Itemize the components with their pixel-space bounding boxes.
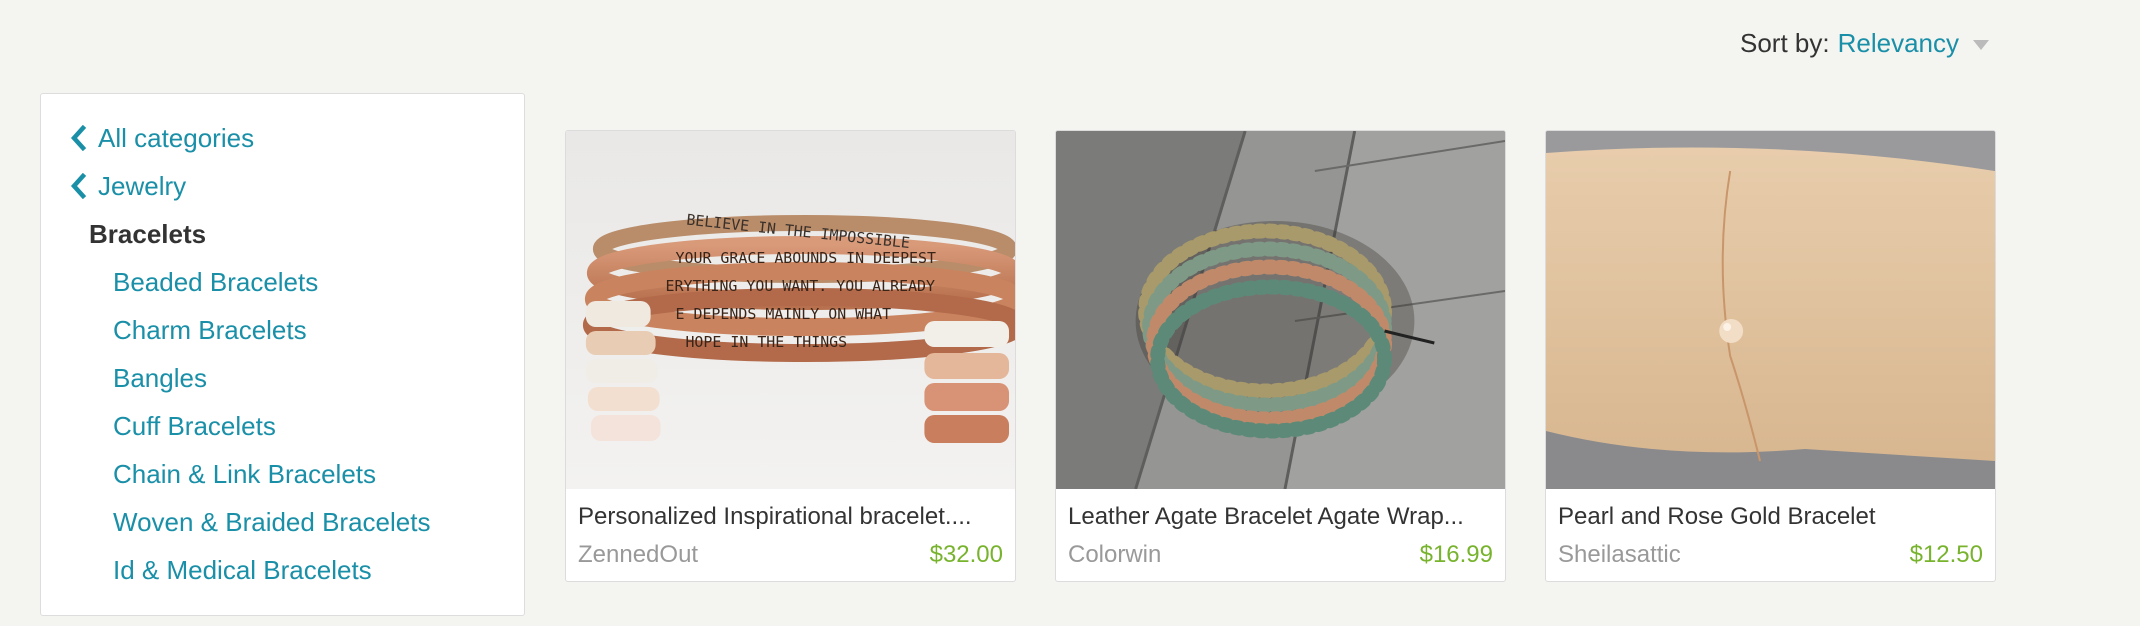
- subcategory-cuff-bracelets[interactable]: Cuff Bracelets: [41, 402, 524, 450]
- listing-image[interactable]: BELIEVE IN THE IMPOSSIBLE YOUR GRACE ABO…: [566, 131, 1015, 489]
- listing-title[interactable]: Personalized Inspirational bracelet....: [578, 501, 1003, 533]
- subcategory-bangles[interactable]: Bangles: [41, 354, 524, 402]
- listing-image[interactable]: [1056, 131, 1505, 489]
- subcategory-beaded-bracelets[interactable]: Beaded Bracelets: [41, 258, 524, 306]
- listing-card[interactable]: BELIEVE IN THE IMPOSSIBLE YOUR GRACE ABO…: [565, 130, 1016, 582]
- listing-card[interactable]: Pearl and Rose Gold Bracelet Sheilasatti…: [1545, 130, 1996, 582]
- dropdown-caret-icon[interactable]: [1973, 40, 1989, 50]
- subcategory-woven-braided-bracelets[interactable]: Woven & Braided Bracelets: [41, 498, 524, 546]
- category-sidebar: All categories Jewelry Bracelets Beaded …: [40, 93, 525, 616]
- svg-text:ERYTHING YOU WANT. YOU ALREADY: ERYTHING YOU WANT. YOU ALREADY: [666, 277, 935, 295]
- sort-label: Sort by:: [1740, 28, 1830, 58]
- jewelry-link[interactable]: Jewelry: [41, 162, 524, 210]
- svg-text:E DEPENDS MAINLY ON WHAT: E DEPENDS MAINLY ON WHAT: [676, 305, 892, 323]
- jewelry-label: Jewelry: [98, 170, 187, 201]
- chevron-left-icon: [70, 125, 87, 151]
- svg-text:HOPE IN THE THINGS: HOPE IN THE THINGS: [685, 333, 847, 351]
- listing-grid: BELIEVE IN THE IMPOSSIBLE YOUR GRACE ABO…: [565, 130, 1996, 582]
- all-categories-link[interactable]: All categories: [41, 114, 524, 162]
- shop-name[interactable]: Sheilasattic: [1558, 539, 1681, 571]
- chevron-left-icon: [70, 173, 87, 199]
- listing-price: $12.50: [1909, 541, 1983, 568]
- subcategory-chain-link-bracelets[interactable]: Chain & Link Bracelets: [41, 450, 524, 498]
- subcategory-charm-bracelets[interactable]: Charm Bracelets: [41, 306, 524, 354]
- listing-title[interactable]: Leather Agate Bracelet Agate Wrap...: [1068, 501, 1493, 533]
- sort-control[interactable]: Sort by: Relevancy: [1740, 28, 1989, 59]
- shop-name[interactable]: Colorwin: [1068, 539, 1161, 571]
- shop-name[interactable]: ZennedOut: [578, 539, 698, 571]
- subcategory-id-medical-bracelets[interactable]: Id & Medical Bracelets: [41, 546, 524, 594]
- listing-image[interactable]: [1546, 131, 1995, 489]
- listing-price: $16.99: [1419, 541, 1493, 568]
- listing-price: $32.00: [929, 541, 1003, 568]
- all-categories-label: All categories: [98, 122, 255, 153]
- svg-text:YOUR GRACE ABOUNDS IN DEEPEST: YOUR GRACE ABOUNDS IN DEEPEST: [676, 249, 936, 267]
- sort-dropdown[interactable]: Relevancy: [1838, 28, 1959, 59]
- current-category: Bracelets: [89, 218, 207, 249]
- listing-card[interactable]: Leather Agate Bracelet Agate Wrap... Col…: [1055, 130, 1506, 582]
- listing-title[interactable]: Pearl and Rose Gold Bracelet: [1558, 501, 1983, 533]
